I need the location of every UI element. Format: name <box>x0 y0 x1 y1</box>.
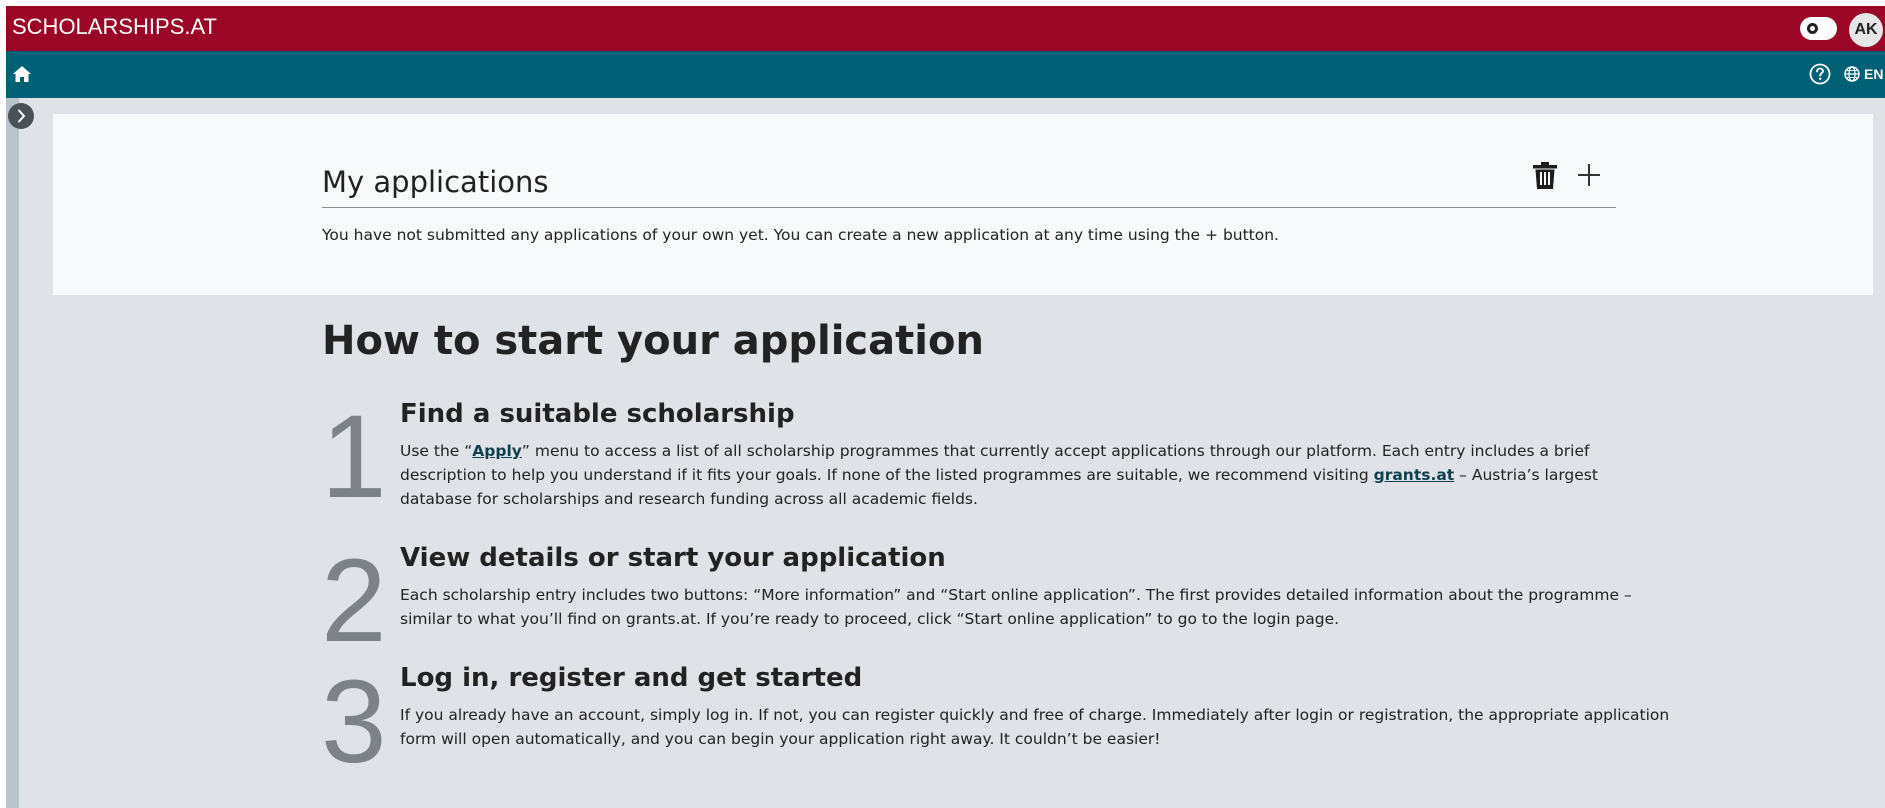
user-avatar[interactable]: AK <box>1849 13 1883 47</box>
divider <box>322 207 1616 208</box>
my-applications-card <box>53 114 1873 295</box>
sidebar-toggle-button[interactable] <box>8 103 34 129</box>
sidebar-collapsed <box>6 98 19 808</box>
step-number: 2 <box>321 535 387 667</box>
no-applications-message: You have not submitted any applications … <box>322 226 1279 244</box>
step-title: Log in, register and get started <box>400 663 863 693</box>
plus-icon[interactable] <box>1577 163 1601 187</box>
step-description: If you already have an account, simply l… <box>400 706 1670 748</box>
sun-icon <box>1807 23 1818 34</box>
apply-link[interactable]: Apply <box>472 442 522 460</box>
language-switcher[interactable]: EN <box>1844 63 1883 85</box>
theme-toggle[interactable] <box>1800 17 1837 40</box>
step-number: 1 <box>321 391 387 523</box>
step-number: 3 <box>321 656 387 788</box>
step-title: View details or start your application <box>400 543 946 573</box>
globe-icon <box>1844 66 1860 82</box>
top-bar: SCHOLARSHIPS.AT AK <box>6 6 1885 51</box>
step-title: Find a suitable scholarship <box>400 399 795 429</box>
trash-icon[interactable] <box>1533 162 1557 189</box>
step-description: Use the “Apply” menu to access a list of… <box>400 439 1670 511</box>
grants-at-link[interactable]: grants.at <box>1374 466 1455 484</box>
step-description: Each scholarship entry includes two butt… <box>400 586 1632 628</box>
brand-logo[interactable]: SCHOLARSHIPS.AT <box>12 14 217 40</box>
help-circle-icon[interactable] <box>1809 63 1831 85</box>
nav-bar: EN <box>6 51 1885 98</box>
step-text-part: Use the “ <box>400 442 473 460</box>
language-label: EN <box>1864 66 1884 82</box>
home-icon[interactable] <box>13 66 31 82</box>
howto-title: How to start your application <box>322 318 984 364</box>
my-applications-title: My applications <box>322 165 549 199</box>
chevron-right-icon <box>18 109 25 123</box>
